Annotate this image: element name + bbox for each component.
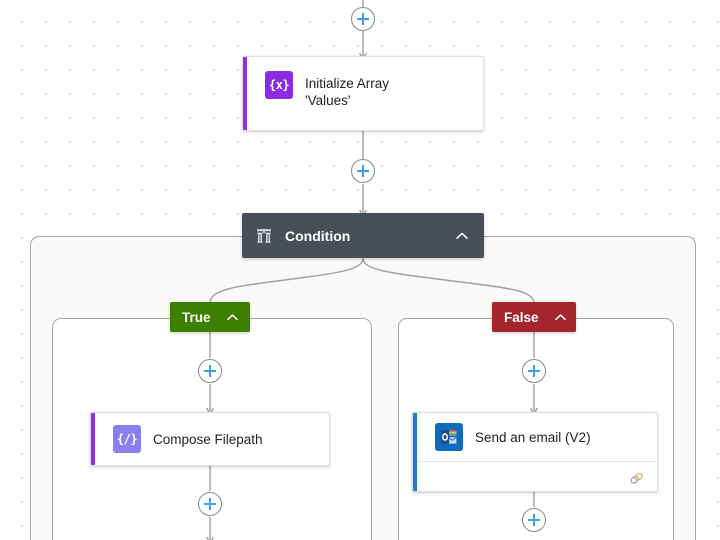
compose-braces-icon: {/} bbox=[113, 425, 141, 453]
branch-label-true: True bbox=[182, 309, 211, 325]
action-card-initialize-array[interactable]: {x} Initialize Array 'Values' bbox=[242, 56, 484, 131]
add-action-button-false-bottom[interactable] bbox=[522, 508, 546, 532]
action-card-compose-filepath[interactable]: {/} Compose Filepath bbox=[90, 412, 330, 466]
add-action-button-false-top[interactable] bbox=[522, 359, 546, 383]
add-action-button-after-initialize-array[interactable] bbox=[351, 159, 375, 183]
branch-badge-true[interactable]: True bbox=[170, 302, 250, 332]
branch-badge-false[interactable]: False bbox=[492, 302, 576, 332]
action-card-send-an-email[interactable]: Send an email (V2) bbox=[412, 412, 658, 492]
branch-label-false: False bbox=[504, 309, 539, 325]
condition-compare-icon bbox=[255, 227, 273, 245]
flow-designer-canvas[interactable]: {x} Initialize Array 'Values' Condition bbox=[0, 0, 720, 540]
chevron-up-icon[interactable] bbox=[553, 310, 568, 325]
action-card-footer bbox=[413, 461, 657, 491]
card-accent-bar bbox=[413, 413, 417, 491]
chevron-up-icon[interactable] bbox=[225, 310, 240, 325]
condition-title: Condition bbox=[285, 227, 351, 244]
outlook-office365-icon bbox=[435, 423, 463, 451]
variables-braces-icon: {x} bbox=[265, 71, 293, 99]
card-accent-bar bbox=[91, 413, 95, 465]
action-card-title: Compose Filepath bbox=[153, 431, 263, 447]
card-accent-bar bbox=[243, 57, 247, 130]
add-action-button-top[interactable] bbox=[351, 7, 375, 31]
condition-action-header[interactable]: Condition bbox=[242, 213, 484, 258]
compose-braces-icon-glyph: {/} bbox=[116, 432, 138, 446]
variables-braces-icon-glyph: {x} bbox=[268, 78, 290, 92]
action-card-title: Initialize Array 'Values' bbox=[305, 76, 390, 108]
add-action-button-true-top[interactable] bbox=[198, 359, 222, 383]
add-action-button-true-bottom[interactable] bbox=[198, 492, 222, 516]
link-chain-icon[interactable] bbox=[628, 470, 645, 487]
chevron-up-icon[interactable] bbox=[454, 228, 470, 244]
action-card-title: Send an email (V2) bbox=[475, 429, 591, 445]
